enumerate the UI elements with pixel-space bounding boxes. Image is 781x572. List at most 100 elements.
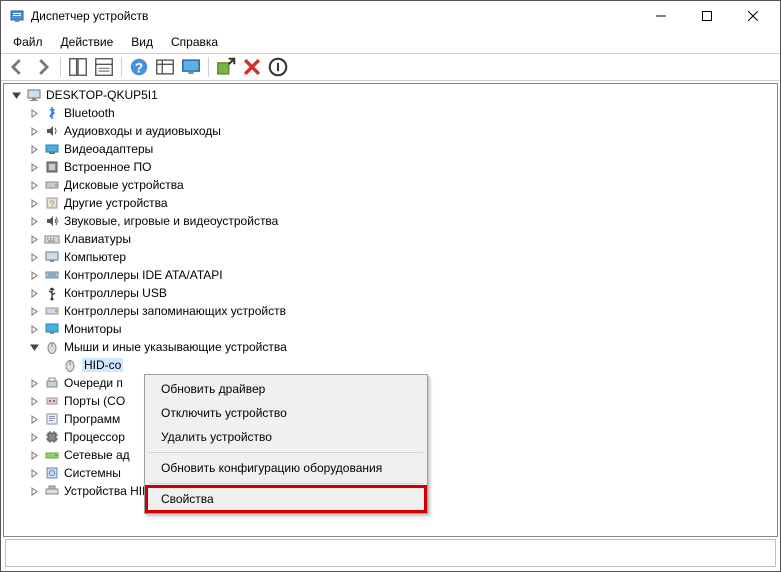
bluetooth-icon bbox=[44, 105, 60, 121]
expand-toggle-icon[interactable] bbox=[8, 87, 24, 103]
ctx-update-driver[interactable]: Обновить драйвер bbox=[147, 377, 425, 401]
help-button[interactable]: ? bbox=[127, 55, 151, 79]
tree-category[interactable]: Встроенное ПО bbox=[4, 158, 777, 176]
tree-item-label: Дисковые устройства bbox=[64, 178, 184, 192]
tree-category[interactable]: ? Другие устройства bbox=[4, 194, 777, 212]
tree-item-label: Клавиатуры bbox=[64, 232, 131, 246]
computer-icon bbox=[44, 249, 60, 265]
list-button[interactable] bbox=[153, 55, 177, 79]
tree-category[interactable]: Контроллеры IDE ATA/ATAPI bbox=[4, 266, 777, 284]
expand-toggle-icon[interactable] bbox=[26, 375, 42, 391]
content-area: DESKTOP-QKUP5I1 Bluetooth Аудиовходы и ауд… bbox=[1, 81, 780, 571]
toolbar-separator bbox=[60, 57, 61, 77]
tree-category[interactable]: Звуковые, игровые и видеоустройства bbox=[4, 212, 777, 230]
expand-toggle-icon[interactable] bbox=[26, 105, 42, 121]
back-button[interactable] bbox=[5, 55, 29, 79]
tree-device[interactable]: HID-co bbox=[4, 356, 777, 374]
expand-toggle-icon[interactable] bbox=[26, 159, 42, 175]
tree-category[interactable]: Bluetooth bbox=[4, 104, 777, 122]
mouse-icon bbox=[62, 357, 78, 373]
ctx-properties[interactable]: Свойства bbox=[147, 487, 425, 511]
expand-toggle-icon[interactable] bbox=[26, 195, 42, 211]
tree-item-label: Видеоадаптеры bbox=[64, 142, 153, 156]
expand-toggle-icon[interactable] bbox=[26, 483, 42, 499]
close-button[interactable] bbox=[730, 1, 776, 31]
firmware-icon bbox=[44, 159, 60, 175]
ctx-disable-device[interactable]: Отключить устройство bbox=[147, 401, 425, 425]
expand-toggle-icon[interactable] bbox=[26, 141, 42, 157]
device-tree[interactable]: DESKTOP-QKUP5I1 Bluetooth Аудиовходы и ауд… bbox=[3, 83, 778, 537]
menu-help[interactable]: Справка bbox=[163, 32, 226, 52]
toolbar-separator bbox=[208, 57, 209, 77]
tree-item-label: Сетевые ад bbox=[64, 448, 130, 462]
expand-toggle-icon[interactable] bbox=[26, 303, 42, 319]
tree-category[interactable]: Видеоадаптеры bbox=[4, 140, 777, 158]
tree-category[interactable]: Компьютер bbox=[4, 248, 777, 266]
expand-toggle-icon[interactable] bbox=[26, 339, 42, 355]
status-area bbox=[5, 539, 776, 567]
properties-button[interactable] bbox=[92, 55, 116, 79]
show-hide-tree-button[interactable] bbox=[66, 55, 90, 79]
tree-category[interactable]: Мониторы bbox=[4, 320, 777, 338]
expand-toggle-icon[interactable] bbox=[26, 249, 42, 265]
ctx-separator bbox=[149, 483, 423, 484]
tree-item-label: Порты (CO bbox=[64, 394, 125, 408]
tree-item-label: Очереди п bbox=[64, 376, 123, 390]
ctx-scan-hardware[interactable]: Обновить конфигурацию оборудования bbox=[147, 456, 425, 480]
tree-category[interactable]: Дисковые устройства bbox=[4, 176, 777, 194]
menu-view[interactable]: Вид bbox=[123, 32, 161, 52]
expand-toggle-icon[interactable] bbox=[26, 321, 42, 337]
tree-item-label: Аудиовходы и аудиовыходы bbox=[64, 124, 221, 138]
svg-text:?: ? bbox=[135, 61, 143, 76]
expand-toggle-icon[interactable] bbox=[26, 231, 42, 247]
device-manager-window: Диспетчер устройств Файл Действие Вид Сп… bbox=[0, 0, 781, 572]
network-icon bbox=[44, 447, 60, 463]
ctx-uninstall-device[interactable]: Удалить устройство bbox=[147, 425, 425, 449]
tree-item-label: Процессор bbox=[64, 430, 125, 444]
disk-icon bbox=[44, 177, 60, 193]
tree-item-label: Bluetooth bbox=[64, 106, 115, 120]
expand-toggle-icon[interactable] bbox=[26, 411, 42, 427]
tree-item-label: Системны bbox=[64, 466, 121, 480]
tree-category[interactable]: Аудиовходы и аудиовыходы bbox=[4, 122, 777, 140]
tree-item-label: DESKTOP-QKUP5I1 bbox=[46, 88, 158, 102]
toolbar-separator bbox=[121, 57, 122, 77]
uninstall-button[interactable] bbox=[240, 55, 264, 79]
system-icon bbox=[44, 465, 60, 481]
tree-root[interactable]: DESKTOP-QKUP5I1 bbox=[4, 86, 777, 104]
monitor-button[interactable] bbox=[179, 55, 203, 79]
tree-item-label: Компьютер bbox=[64, 250, 126, 264]
menu-file[interactable]: Файл bbox=[5, 32, 51, 52]
forward-button[interactable] bbox=[31, 55, 55, 79]
window-controls bbox=[638, 1, 776, 31]
audio-icon bbox=[44, 123, 60, 139]
sound-icon bbox=[44, 213, 60, 229]
menu-action[interactable]: Действие bbox=[53, 32, 122, 52]
expand-toggle-icon[interactable] bbox=[26, 285, 42, 301]
tree-item-label: HID-co bbox=[82, 358, 123, 372]
svg-text:?: ? bbox=[49, 199, 54, 209]
usb-icon bbox=[44, 285, 60, 301]
expand-toggle-icon[interactable] bbox=[26, 447, 42, 463]
tree-category[interactable]: Мыши и иные указывающие устройства bbox=[4, 338, 777, 356]
expand-toggle-icon[interactable] bbox=[44, 357, 60, 373]
print-queue-icon bbox=[44, 375, 60, 391]
expand-toggle-icon[interactable] bbox=[26, 465, 42, 481]
storage-icon bbox=[44, 303, 60, 319]
disable-button[interactable] bbox=[266, 55, 290, 79]
tree-item-label: Другие устройства bbox=[64, 196, 168, 210]
minimize-button[interactable] bbox=[638, 1, 684, 31]
expand-toggle-icon[interactable] bbox=[26, 429, 42, 445]
expand-toggle-icon[interactable] bbox=[26, 123, 42, 139]
expand-toggle-icon[interactable] bbox=[26, 213, 42, 229]
keyboard-icon bbox=[44, 231, 60, 247]
tree-category[interactable]: Контроллеры USB bbox=[4, 284, 777, 302]
maximize-button[interactable] bbox=[684, 1, 730, 31]
expand-toggle-icon[interactable] bbox=[26, 267, 42, 283]
tree-category[interactable]: Контроллеры запоминающих устройств bbox=[4, 302, 777, 320]
expand-toggle-icon[interactable] bbox=[26, 177, 42, 193]
port-icon bbox=[44, 393, 60, 409]
expand-toggle-icon[interactable] bbox=[26, 393, 42, 409]
scan-button[interactable] bbox=[214, 55, 238, 79]
tree-category[interactable]: Клавиатуры bbox=[4, 230, 777, 248]
